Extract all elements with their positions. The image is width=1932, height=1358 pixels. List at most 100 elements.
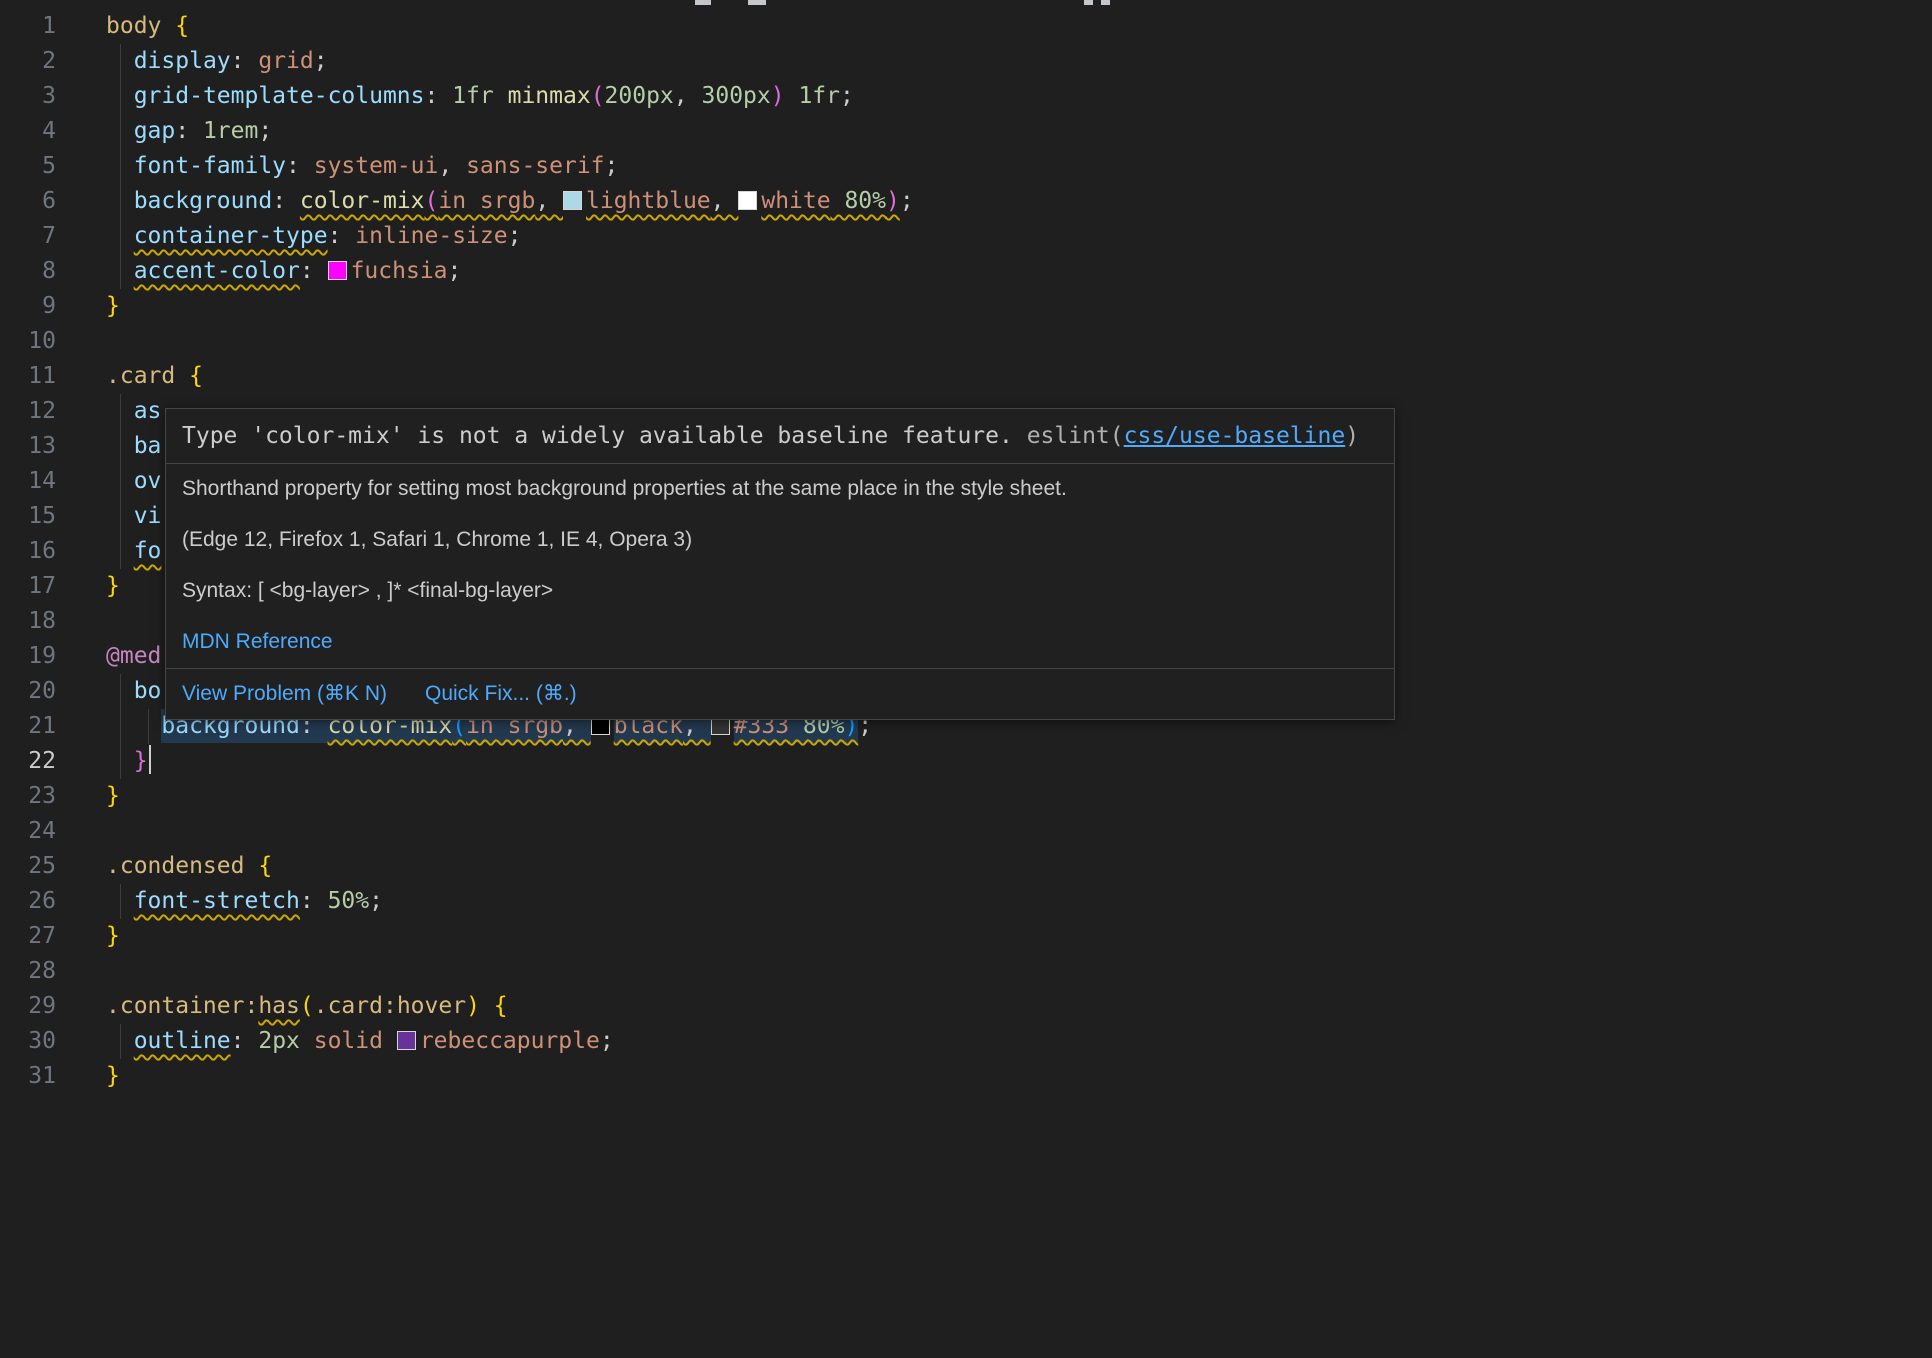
code-token: system-ui [314, 153, 439, 179]
line-number[interactable]: 1 [0, 9, 56, 44]
line-number[interactable]: 26 [0, 884, 56, 919]
code-token: lightblue [586, 188, 711, 214]
line-number[interactable]: 15 [0, 499, 56, 534]
line-number[interactable]: 5 [0, 149, 56, 184]
color-swatch[interactable] [328, 261, 347, 280]
line-number[interactable]: 23 [0, 779, 56, 814]
line-number[interactable]: 11 [0, 359, 56, 394]
line-number[interactable]: 27 [0, 919, 56, 954]
code-content: font-family: system-ui, sans-serif; [106, 149, 1932, 184]
code-token: .card [106, 363, 189, 389]
code-line[interactable]: 7 container-type: inline-size; [0, 219, 1932, 254]
code-token: { [175, 13, 189, 39]
code-token: 80% [831, 188, 886, 214]
indent-guide [120, 464, 121, 499]
line-number[interactable]: 24 [0, 814, 56, 849]
code-token: 50% [328, 888, 370, 914]
code-token [480, 993, 494, 1019]
code-line[interactable]: 23} [0, 779, 1932, 814]
code-line[interactable]: 27} [0, 919, 1932, 954]
code-token: container-type [134, 223, 328, 249]
line-number[interactable]: 9 [0, 289, 56, 324]
line-number[interactable]: 19 [0, 639, 56, 674]
hover-tooltip: Type 'color-mix' is not a widely availab… [165, 408, 1395, 720]
code-line[interactable]: 26 font-stretch: 50%; [0, 884, 1932, 919]
code-line[interactable]: 8 accent-color: fuchsia; [0, 254, 1932, 289]
indent-guide [120, 499, 121, 534]
line-number[interactable]: 25 [0, 849, 56, 884]
code-token: accent-color [134, 258, 300, 284]
code-line[interactable]: 22 } [0, 744, 1932, 779]
vscode-editor-screenshot: { "colors": { "background": "#1f1f1f", "… [0, 0, 1932, 1358]
code-line[interactable]: 6 background: color-mix(in srgb, lightbl… [0, 184, 1932, 219]
code-line[interactable]: 10 [0, 324, 1932, 359]
line-number[interactable]: 21 [0, 709, 56, 744]
code-line[interactable]: 28 [0, 954, 1932, 989]
line-number[interactable]: 3 [0, 79, 56, 114]
code-line[interactable]: 30 outline: 2px solid rebeccapurple; [0, 1024, 1932, 1059]
code-token: } [106, 783, 120, 809]
code-line[interactable]: 11 .card { [0, 359, 1932, 394]
code-token: grid [258, 48, 313, 74]
color-swatch[interactable] [738, 191, 757, 210]
code-token: as [134, 398, 162, 424]
code-content: .condensed { [106, 849, 1932, 884]
line-number[interactable]: 17 [0, 569, 56, 604]
line-number[interactable]: 7 [0, 219, 56, 254]
code-line[interactable]: 31} [0, 1059, 1932, 1094]
code-token: 300px [702, 83, 771, 109]
line-number[interactable]: 8 [0, 254, 56, 289]
code-token: ( [425, 188, 439, 214]
code-line[interactable]: 9} [0, 289, 1932, 324]
code-line[interactable]: 29.container:has(.card:hover) { [0, 989, 1932, 1024]
code-line[interactable]: 1 body { [0, 9, 1932, 44]
color-swatch[interactable] [563, 191, 582, 210]
code-token: font-stretch [134, 888, 300, 914]
code-line[interactable]: 24 [0, 814, 1932, 849]
indent-guide [120, 884, 121, 919]
code-token: : [272, 188, 300, 214]
indent-guide [120, 254, 121, 289]
code-token: , [711, 188, 739, 214]
line-number[interactable]: 20 [0, 674, 56, 709]
code-token: .condensed [106, 853, 258, 879]
code-line[interactable]: 25 .condensed { [0, 849, 1932, 884]
code-line[interactable]: 4 gap: 1rem; [0, 114, 1932, 149]
code-token: bo [134, 678, 162, 704]
line-number[interactable]: 16 [0, 534, 56, 569]
line-number[interactable]: 12 [0, 394, 56, 429]
eslint-rule-link[interactable]: css/use-baseline [1124, 423, 1346, 449]
line-number[interactable]: 30 [0, 1024, 56, 1059]
indent-guide [148, 709, 149, 744]
color-swatch[interactable] [397, 1031, 416, 1050]
code-token: fo [134, 538, 162, 564]
mdn-reference-link[interactable]: MDN Reference [182, 630, 333, 653]
code-line[interactable]: 3 grid-template-columns: 1fr minmax(200p… [0, 79, 1932, 114]
code-token: .card:hover [314, 993, 466, 1019]
line-number[interactable]: 18 [0, 604, 56, 639]
line-number[interactable]: 14 [0, 464, 56, 499]
line-number[interactable]: 10 [0, 324, 56, 359]
line-number[interactable]: 22 [0, 744, 56, 779]
diagnostic-row: Type 'color-mix' is not a widely availab… [166, 409, 1394, 463]
indent-guide [120, 149, 121, 184]
line-number[interactable]: 13 [0, 429, 56, 464]
quick-fix-action[interactable]: Quick Fix... (⌘.) [425, 681, 577, 707]
code-token: ; [448, 258, 462, 284]
line-number[interactable]: 28 [0, 954, 56, 989]
code-token: { [189, 363, 203, 389]
code-token: inline-size [355, 223, 507, 249]
line-number[interactable]: 29 [0, 989, 56, 1024]
code-token: ; [369, 888, 383, 914]
view-problem-action[interactable]: View Problem (⌘K N) [182, 681, 387, 707]
line-number[interactable]: 6 [0, 184, 56, 219]
line-number[interactable]: 4 [0, 114, 56, 149]
code-token: body [106, 13, 175, 39]
code-token [106, 713, 161, 739]
code-line[interactable]: 2 display: grid; [0, 44, 1932, 79]
code-line[interactable]: 5 font-family: system-ui, sans-serif; [0, 149, 1932, 184]
line-number[interactable]: 2 [0, 44, 56, 79]
indent-guide [120, 79, 121, 114]
line-number[interactable]: 31 [0, 1059, 56, 1094]
code-token: ; [840, 83, 854, 109]
